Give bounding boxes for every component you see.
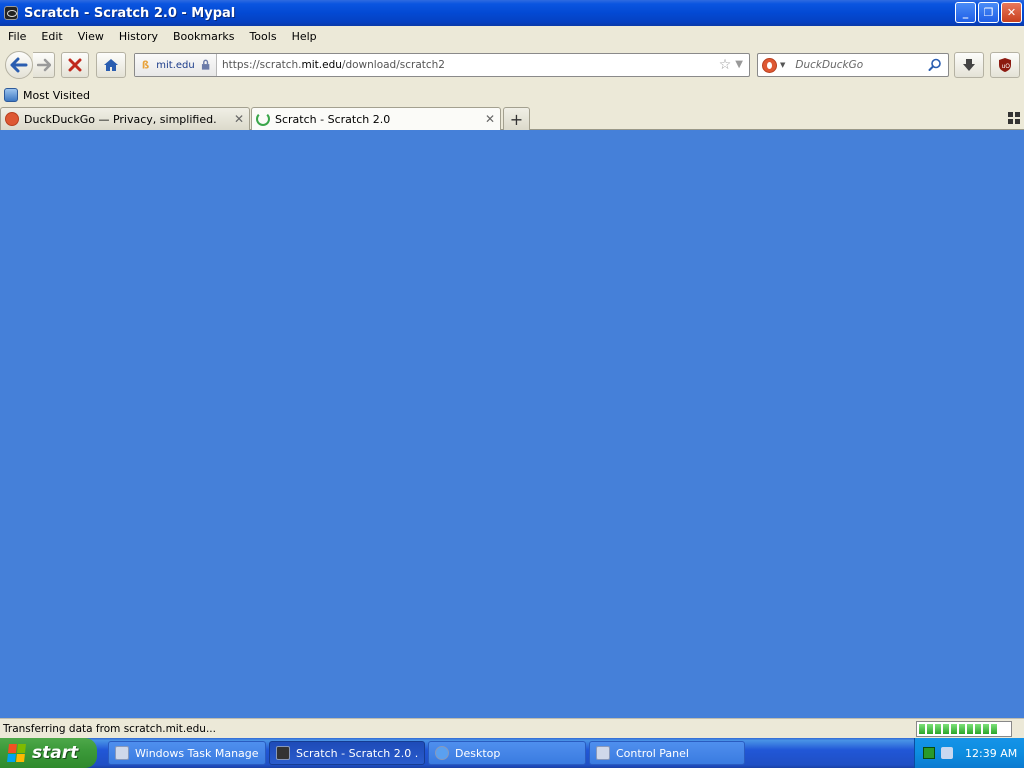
tab-label: DuckDuckGo — Privacy, simplified. xyxy=(24,112,217,126)
minimize-button[interactable]: _ xyxy=(955,2,976,23)
task-manager-icon xyxy=(115,746,129,760)
taskbar-item-desktop[interactable]: Desktop xyxy=(428,741,586,765)
bookmarks-toolbar: Most Visited xyxy=(0,84,1024,106)
task-label: Scratch - Scratch 2.0 ... xyxy=(296,746,418,760)
stop-x-icon xyxy=(68,58,82,72)
task-label: Desktop xyxy=(455,746,501,760)
padlock-icon xyxy=(201,59,210,70)
window-controls: _ ❐ ✕ xyxy=(955,2,1022,23)
duckduckgo-favicon-icon xyxy=(5,112,19,126)
close-button[interactable]: ✕ xyxy=(1001,2,1022,23)
loading-spinner-icon xyxy=(256,112,270,126)
url-host: mit.edu xyxy=(301,59,342,71)
menu-bar: File Edit View History Bookmarks Tools H… xyxy=(0,26,1024,46)
tray-network-icon[interactable] xyxy=(941,747,953,759)
tab-strip: DuckDuckGo — Privacy, simplified. ✕ Scra… xyxy=(0,106,1024,130)
most-visited-icon[interactable] xyxy=(4,88,18,102)
progress-bar xyxy=(916,721,1012,737)
back-button[interactable] xyxy=(5,51,33,79)
progress-segment xyxy=(935,724,941,734)
site-identity-button[interactable]: ß mit.edu xyxy=(135,54,217,76)
svg-text:ß: ß xyxy=(142,61,149,71)
progress-segment xyxy=(967,724,973,734)
menu-edit[interactable]: Edit xyxy=(35,30,68,43)
bookmark-star-icon[interactable]: ☆ xyxy=(719,57,732,73)
url-input[interactable]: https://scratch.mit.edu/download/scratch… xyxy=(217,59,719,71)
search-bar[interactable]: ▼ DuckDuckGo xyxy=(757,53,949,77)
progress-segment xyxy=(943,724,949,734)
ublock-shield-icon: uO xyxy=(999,58,1011,72)
url-bar-icons: ☆ ▼ xyxy=(719,57,749,73)
search-input[interactable]: DuckDuckGo xyxy=(785,59,928,71)
taskbar: start Windows Task Manager Scratch - Scr… xyxy=(0,738,1024,768)
tab-duckduckgo[interactable]: DuckDuckGo — Privacy, simplified. ✕ xyxy=(0,107,250,130)
navigation-toolbar: ß mit.edu https://scratch.mit.edu/downlo… xyxy=(0,46,1024,84)
new-tab-button[interactable]: + xyxy=(503,107,530,130)
progress-segment xyxy=(951,724,957,734)
menu-file[interactable]: File xyxy=(2,30,32,43)
progress-segment xyxy=(983,724,989,734)
mypal-icon xyxy=(276,746,290,760)
site-favicon-icon: ß xyxy=(142,61,149,71)
dropdown-arrow-icon[interactable]: ▼ xyxy=(735,57,743,73)
explorer-icon xyxy=(435,746,449,760)
tab-close-icon[interactable]: ✕ xyxy=(233,112,245,126)
tray-clock[interactable]: 12:39 AM xyxy=(965,747,1017,760)
duckduckgo-icon[interactable] xyxy=(762,57,777,73)
progress-segment xyxy=(959,724,965,734)
mypal-app-icon[interactable] xyxy=(4,6,18,20)
home-icon xyxy=(104,59,118,71)
downloads-button[interactable] xyxy=(954,52,984,78)
page-content[interactable] xyxy=(0,130,1024,718)
url-prefix: https://scratch. xyxy=(222,59,302,71)
tab-scratch[interactable]: Scratch - Scratch 2.0 ✕ xyxy=(251,107,501,130)
tray-monitor-icon[interactable] xyxy=(923,747,935,759)
ublock-button[interactable]: uO xyxy=(990,52,1020,78)
taskbar-item-task-manager[interactable]: Windows Task Manager xyxy=(108,741,266,765)
stop-button[interactable] xyxy=(61,52,89,78)
tab-label: Scratch - Scratch 2.0 xyxy=(275,112,391,126)
task-label: Control Panel xyxy=(616,746,689,760)
menu-tools[interactable]: Tools xyxy=(243,30,282,43)
progress-segment xyxy=(919,724,925,734)
menu-bookmarks[interactable]: Bookmarks xyxy=(167,30,240,43)
menu-history[interactable]: History xyxy=(113,30,164,43)
svg-text:uO: uO xyxy=(1002,63,1011,70)
progress-segment xyxy=(927,724,933,734)
start-button[interactable]: start xyxy=(0,738,97,768)
arrow-right-icon xyxy=(36,58,51,72)
menu-view[interactable]: View xyxy=(72,30,110,43)
progress-segment xyxy=(975,724,981,734)
status-text: Transferring data from scratch.mit.edu..… xyxy=(3,722,216,735)
window-title: Scratch - Scratch 2.0 - Mypal xyxy=(24,5,236,21)
tab-close-icon[interactable]: ✕ xyxy=(484,112,496,126)
arrow-left-icon xyxy=(10,57,28,73)
windows-logo-icon xyxy=(7,744,27,762)
most-visited-bookmark[interactable]: Most Visited xyxy=(23,89,90,102)
task-label: Windows Task Manager xyxy=(135,746,259,760)
forward-button[interactable] xyxy=(33,52,55,78)
menu-help[interactable]: Help xyxy=(286,30,323,43)
url-bar[interactable]: ß mit.edu https://scratch.mit.edu/downlo… xyxy=(134,53,750,77)
plus-icon: + xyxy=(509,109,524,129)
url-path: /download/scratch2 xyxy=(341,59,445,71)
start-label: start xyxy=(32,743,79,763)
taskbar-item-scratch[interactable]: Scratch - Scratch 2.0 ... xyxy=(269,741,425,765)
home-button[interactable] xyxy=(96,52,126,78)
identity-host: mit.edu xyxy=(156,59,195,71)
title-bar[interactable]: Scratch - Scratch 2.0 - Mypal _ ❐ ✕ xyxy=(0,0,1024,26)
progress-segment xyxy=(991,724,997,734)
status-bar: Transferring data from scratch.mit.edu..… xyxy=(0,718,1024,738)
search-icon[interactable] xyxy=(928,58,942,72)
download-arrow-icon xyxy=(963,59,975,71)
taskbar-item-control-panel[interactable]: Control Panel xyxy=(589,741,745,765)
restore-button[interactable]: ❐ xyxy=(978,2,999,23)
tab-groups-grid-icon[interactable] xyxy=(1008,112,1020,124)
system-tray: 12:39 AM xyxy=(914,738,1024,768)
control-panel-icon xyxy=(596,746,610,760)
